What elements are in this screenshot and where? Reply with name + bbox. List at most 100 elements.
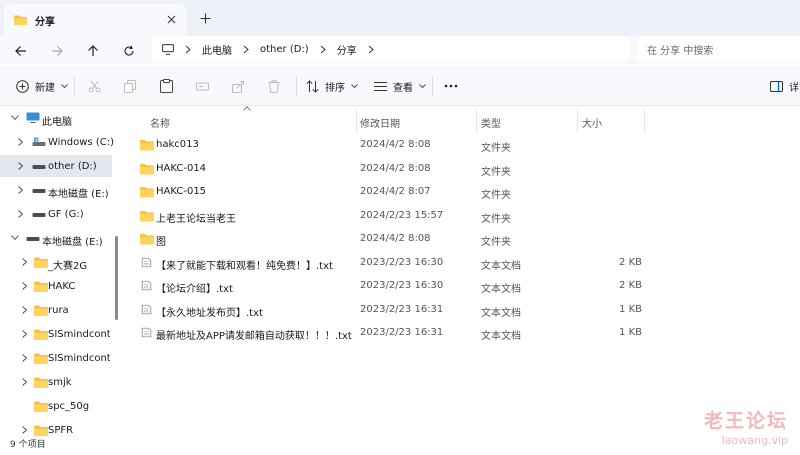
chevron-right-icon[interactable] <box>20 425 30 435</box>
chevron-right-icon[interactable] <box>20 377 30 387</box>
folder-icon <box>34 305 48 316</box>
file-modified: 2024/2/23 15:57 <box>360 209 444 221</box>
file-row[interactable]: hakc013 2024/4/2 8:08 文件夹 <box>132 134 642 156</box>
chevron-right-icon[interactable] <box>16 209 26 219</box>
sidebar-item-drive-e-root[interactable]: 本地磁盘 (E:) <box>0 227 112 249</box>
copy-icon <box>124 79 136 93</box>
chevron-right-icon[interactable] <box>16 137 26 147</box>
tab-share[interactable]: 分享 <box>4 4 186 36</box>
sidebar-item-drive-c[interactable]: Windows (C:) <box>0 131 114 153</box>
sidebar-item-folder[interactable]: HAKC <box>0 275 112 297</box>
paste-button[interactable] <box>160 76 173 96</box>
file-modified: 2023/2/23 16:31 <box>360 303 444 315</box>
details-pane-button[interactable]: 详 <box>770 76 799 96</box>
arrow-right-icon <box>52 46 63 56</box>
sidebar-item-drive-d[interactable]: other (D:) <box>0 155 112 177</box>
plus-icon <box>200 13 210 23</box>
forward-button[interactable] <box>46 40 68 62</box>
new-tab-button[interactable] <box>196 9 214 27</box>
column-divider[interactable] <box>476 109 477 133</box>
toolbar-divider <box>74 76 75 96</box>
copy-button[interactable] <box>124 76 137 96</box>
file-row[interactable]: 上老王论坛当老王 2024/2/23 15:57 文件夹 <box>132 205 642 227</box>
file-row[interactable]: 图 2024/4/2 8:08 文件夹 <box>132 228 642 250</box>
sidebar-item-folder[interactable]: SISmindcontro <box>0 347 112 369</box>
delete-button[interactable] <box>268 76 280 96</box>
column-divider[interactable] <box>644 109 645 133</box>
file-modified: 2024/4/2 8:08 <box>360 233 431 244</box>
more-options-button[interactable] <box>444 76 458 96</box>
file-name: 最新地址及APP请发邮箱自动获取！！！.txt <box>156 331 352 342</box>
folder-icon <box>34 281 48 292</box>
breadcrumb-item-this-pc[interactable]: 此电脑 <box>202 42 232 57</box>
file-name: 【论坛介绍】.txt <box>156 284 233 295</box>
chevron-down-icon[interactable] <box>10 113 20 123</box>
back-button[interactable] <box>10 40 32 62</box>
column-header-type[interactable]: 类型 <box>481 111 501 133</box>
column-divider[interactable] <box>356 109 357 133</box>
watermark-title: 老王论坛 <box>703 410 788 432</box>
share-icon <box>232 80 244 93</box>
breadcrumb-item-drive-d[interactable]: other (D:) <box>260 44 309 55</box>
chevron-right-icon[interactable] <box>20 305 30 315</box>
sidebar-item-drive-g[interactable]: GF (G:) <box>0 203 112 225</box>
folder-icon <box>140 234 154 245</box>
chevron-down-icon[interactable] <box>10 233 20 243</box>
plus-circle-icon <box>16 79 29 93</box>
sidebar-item-folder[interactable]: SPFR <box>0 419 112 441</box>
sidebar-item-folder[interactable]: smjk <box>0 371 112 393</box>
sidebar-item-label: GF (G:) <box>48 209 84 220</box>
command-bar: 新建 排序 查看 详 <box>0 66 800 106</box>
sidebar-item-label: 此电脑 <box>42 117 72 128</box>
chevron-right-icon <box>185 45 191 54</box>
breadcrumb-item-share[interactable]: 分享 <box>337 42 357 57</box>
rename-button[interactable] <box>196 76 209 96</box>
close-icon <box>167 15 175 23</box>
sidebar-item-folder[interactable]: _大赛2G <box>0 251 112 273</box>
file-row[interactable]: 最新地址及APP请发邮箱自动获取！！！.txt 2023/2/23 16:31 文本… <box>132 322 642 344</box>
sidebar-scrollbar[interactable] <box>115 236 118 320</box>
share-button[interactable] <box>232 76 245 96</box>
address-toolbar: 此电脑 other (D:) 分享 在 分享 中搜索 <box>0 36 800 64</box>
file-row[interactable]: 【论坛介绍】.txt 2023/2/23 16:30 文本文档 2 KB <box>132 275 642 297</box>
column-header-name[interactable]: 名称 <box>150 111 170 133</box>
sidebar-item-folder[interactable]: SISmindcontro <box>0 323 112 345</box>
chevron-down-icon <box>351 83 358 88</box>
sidebar-item-folder[interactable]: spc_50g <box>0 395 112 417</box>
breadcrumb[interactable]: 此电脑 other (D:) 分享 <box>152 37 630 61</box>
monitor-icon <box>162 43 174 55</box>
refresh-button[interactable] <box>118 40 140 62</box>
column-divider[interactable] <box>577 109 578 133</box>
sidebar-item-label: HAKC <box>48 281 76 292</box>
view-button[interactable]: 查看 <box>374 76 426 96</box>
refresh-icon <box>124 45 134 56</box>
file-row[interactable]: HAKC-014 2024/4/2 8:08 文件夹 <box>132 158 642 180</box>
up-button[interactable] <box>82 40 104 62</box>
sidebar-item-drive-e[interactable]: 本地磁盘 (E:) <box>0 179 112 201</box>
folder-icon <box>34 353 48 364</box>
view-list-icon <box>374 81 387 91</box>
chevron-right-icon[interactable] <box>20 281 30 291</box>
close-tab-button[interactable] <box>164 12 178 26</box>
sort-button[interactable]: 排序 <box>306 76 358 96</box>
sidebar-item-this-pc[interactable]: 此电脑 <box>0 107 112 129</box>
chevron-right-icon[interactable] <box>16 185 26 195</box>
file-row[interactable]: HAKC-015 2024/4/2 8:07 文件夹 <box>132 181 642 203</box>
chevron-right-icon[interactable] <box>20 329 30 339</box>
file-row[interactable]: 【永久地址发布页】.txt 2023/2/23 16:31 文本文档 1 KB <box>132 299 642 321</box>
file-type: 文件夹 <box>481 190 511 201</box>
new-button[interactable]: 新建 <box>16 76 68 96</box>
search-input[interactable]: 在 分享 中搜索 <box>637 37 800 61</box>
file-row[interactable]: 【来了就能下载和观看！纯免费！】.txt 2023/2/23 16:30 文本文档 2… <box>132 252 642 274</box>
chevron-right-icon[interactable] <box>20 257 30 267</box>
chevron-right-icon[interactable] <box>20 353 30 363</box>
column-header-size[interactable]: 大小 <box>582 111 602 133</box>
cut-button[interactable] <box>88 76 101 96</box>
file-size: 1 KB <box>619 327 642 338</box>
text-file-icon <box>141 257 152 267</box>
chevron-right-icon[interactable] <box>16 161 26 171</box>
drive-icon <box>32 189 46 193</box>
file-name: 【永久地址发布页】.txt <box>156 307 263 319</box>
sidebar-item-folder[interactable]: rura <box>0 299 112 321</box>
column-header-modified[interactable]: 修改日期 <box>360 111 400 133</box>
